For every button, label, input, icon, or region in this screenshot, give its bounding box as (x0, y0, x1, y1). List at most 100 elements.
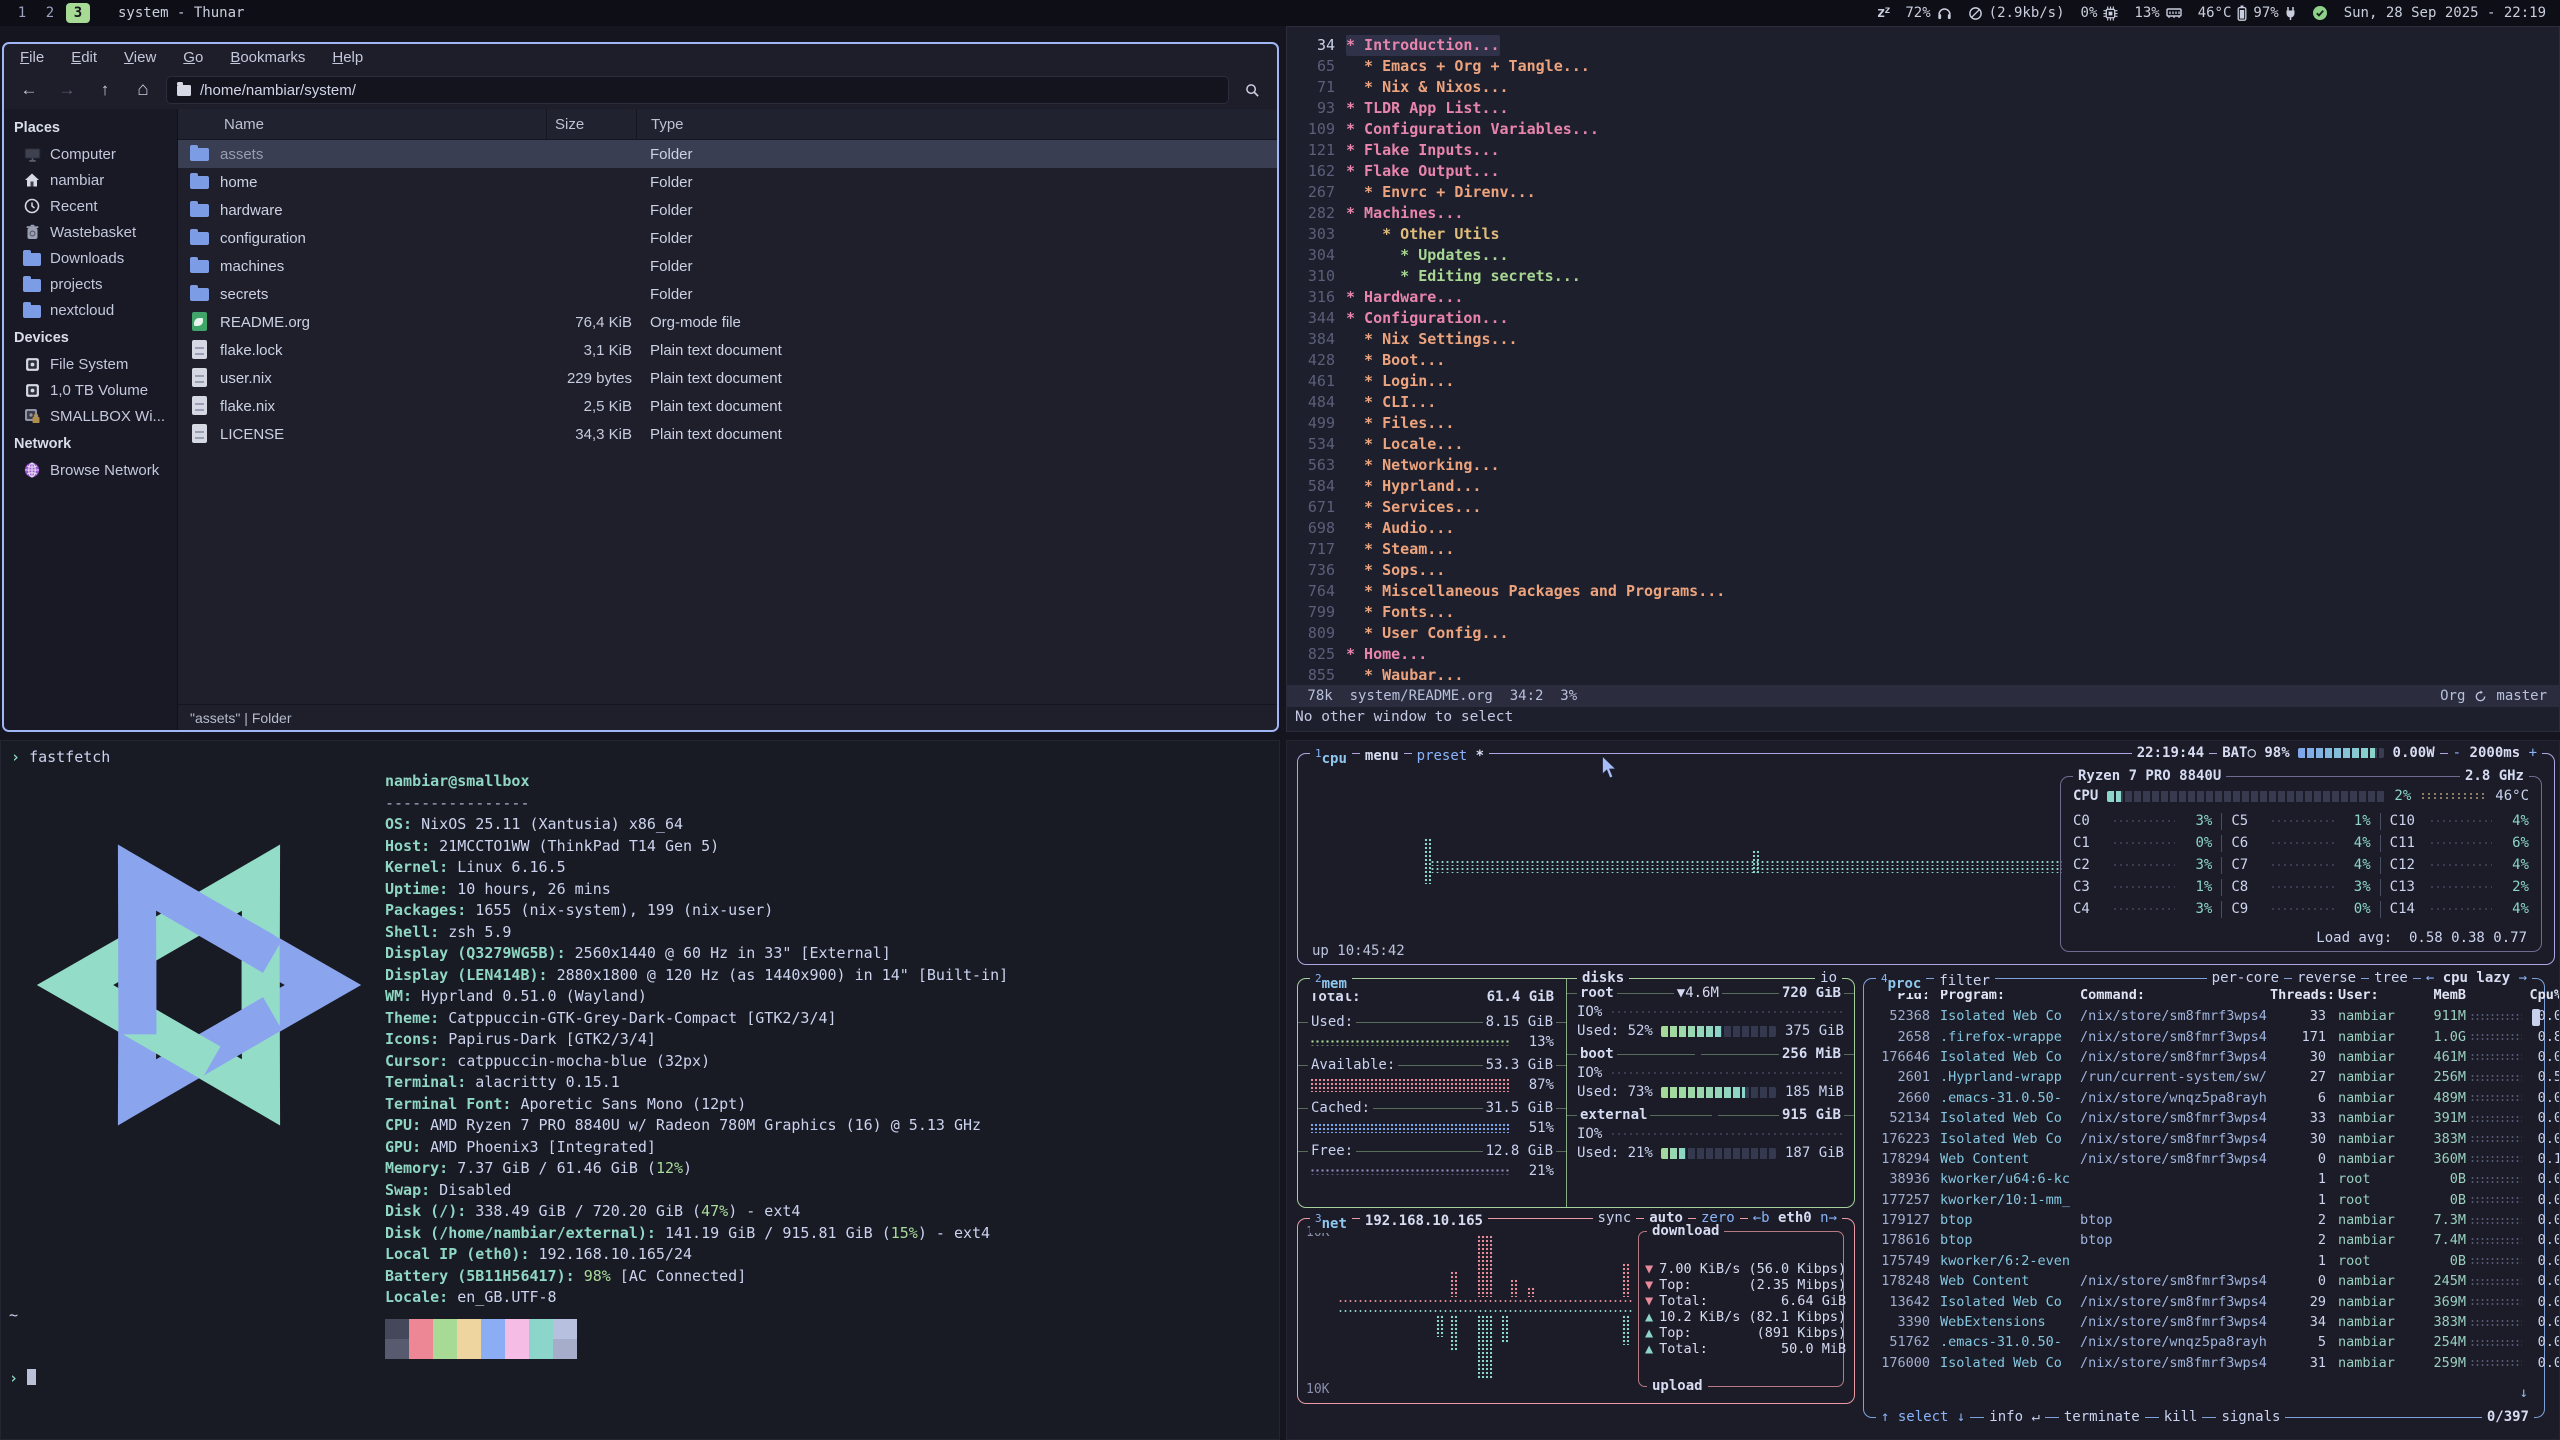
proc-filter-button[interactable]: filter (1934, 973, 1995, 990)
back-button[interactable]: ← (14, 76, 44, 104)
process-row[interactable]: 178248 Web Content /nix/store/sm8fmrf3wp… (1864, 1271, 2544, 1291)
sidebar-item-nextcloud[interactable]: nextcloud (4, 297, 177, 323)
process-row[interactable]: 178294 Web Content /nix/store/sm8fmrf3wp… (1864, 1149, 2544, 1169)
org-heading-line[interactable]: 282 * Machines... (1287, 203, 2559, 224)
file-row[interactable]: home Folder (178, 168, 1277, 196)
net-iface-switcher[interactable]: ←b eth0 n→ (1748, 1210, 1842, 1227)
proc-tab[interactable]: 4proc (1876, 970, 1926, 993)
key-hint-info[interactable]: info ↵ (1984, 1409, 2045, 1426)
org-heading-line[interactable]: 65 * Emacs + Org + Tangle... (1287, 56, 2559, 77)
file-row[interactable]: README.org 76,4 KiB Org-mode file (178, 308, 1277, 336)
process-row[interactable]: 175749 kworker/6:2-even 1 root 0B 0.0 (1864, 1251, 2544, 1271)
org-heading-line[interactable]: 303 * Other Utils (1287, 224, 2559, 245)
org-heading-line[interactable]: 71 * Nix & Nixos... (1287, 77, 2559, 98)
process-row[interactable]: 3390 WebExtensions /nix/store/sm8fmrf3wp… (1864, 1312, 2544, 1332)
org-heading-line[interactable]: 825 * Home... (1287, 644, 2559, 665)
org-heading-line[interactable]: 93 * TLDR App List... (1287, 98, 2559, 119)
per-core-toggle[interactable]: per-core (2207, 970, 2284, 987)
file-row[interactable]: configuration Folder (178, 224, 1277, 252)
org-heading-line[interactable]: 584 * Hyprland... (1287, 476, 2559, 497)
org-heading-line[interactable]: 109 * Configuration Variables... (1287, 119, 2559, 140)
menu-button[interactable]: menu (1360, 748, 1404, 765)
column-header-type[interactable]: Type (636, 109, 1277, 139)
column-command[interactable]: Command: (2080, 987, 2270, 1003)
io-toggle[interactable]: io (1815, 970, 1842, 987)
file-row[interactable]: flake.lock 3,1 KiB Plain text document (178, 336, 1277, 364)
workspace-3-active[interactable]: 3 (66, 3, 90, 23)
workspace-1[interactable]: 1 (10, 3, 34, 23)
column-user[interactable]: User: (2326, 987, 2420, 1003)
file-row[interactable]: LICENSE 34,3 KiB Plain text document (178, 420, 1277, 448)
column-threads[interactable]: Threads: (2270, 987, 2326, 1003)
file-row[interactable]: user.nix 229 bytes Plain text document (178, 364, 1277, 392)
sidebar-item-smallbox[interactable]: SMALLBOX Wi... (4, 403, 177, 429)
sort-mode-switcher[interactable]: ← cpu lazy → (2421, 970, 2532, 987)
org-heading-line[interactable]: 671 * Services... (1287, 497, 2559, 518)
org-heading-line[interactable]: 316 * Hardware... (1287, 287, 2559, 308)
process-row[interactable]: 52368 Isolated Web Co /nix/store/sm8fmrf… (1864, 1006, 2544, 1026)
org-heading-line[interactable]: 563 * Networking... (1287, 455, 2559, 476)
menu-item[interactable]: View (124, 49, 156, 66)
file-row[interactable]: flake.nix 2,5 KiB Plain text document (178, 392, 1277, 420)
org-heading-line[interactable]: 384 * Nix Settings... (1287, 329, 2559, 350)
org-heading-line[interactable]: 698 * Audio... (1287, 518, 2559, 539)
sidebar-item-recent[interactable]: Recent (4, 193, 177, 219)
sidebar-item-downloads[interactable]: Downloads (4, 245, 177, 271)
sidebar-item-volume[interactable]: 1,0 TB Volume (4, 377, 177, 403)
up-button[interactable]: ↑ (90, 76, 120, 104)
workspace-2[interactable]: 2 (38, 3, 62, 23)
org-heading-line[interactable]: 484 * CLI... (1287, 392, 2559, 413)
home-button[interactable]: ⌂ (128, 76, 158, 104)
shell-prompt[interactable]: ~ › (9, 1263, 63, 1431)
file-row[interactable]: hardware Folder (178, 196, 1277, 224)
org-heading-line[interactable]: 344 * Configuration... (1287, 308, 2559, 329)
process-row[interactable]: 2601 .Hyprland-wrapp /run/current-system… (1864, 1067, 2544, 1087)
key-hint-kill[interactable]: kill (2159, 1409, 2203, 1426)
org-heading-line[interactable]: 428 * Boot... (1287, 350, 2559, 371)
org-heading-line[interactable]: 310 * Editing secrets... (1287, 266, 2559, 287)
key-hint-terminate[interactable]: terminate (2059, 1409, 2145, 1426)
process-row[interactable]: 176223 Isolated Web Co /nix/store/sm8fmr… (1864, 1128, 2544, 1148)
column-header-size[interactable]: Size (546, 109, 636, 139)
update-interval[interactable]: - 2000ms + (2448, 745, 2542, 762)
sidebar-item-browse-network[interactable]: Browse Network (4, 457, 177, 483)
net-tab[interactable]: 3net (1310, 1210, 1352, 1233)
process-row[interactable]: 177257 kworker/10:1-mm_ 1 root 0B 0.0 (1864, 1190, 2544, 1210)
process-row[interactable]: 51762 .emacs-31.0.50- /nix/store/wnqz5pa… (1864, 1332, 2544, 1352)
file-row[interactable]: assets Folder (178, 140, 1277, 168)
process-row[interactable]: 176646 Isolated Web Co /nix/store/sm8fmr… (1864, 1047, 2544, 1067)
org-heading-line[interactable]: 162 * Flake Output... (1287, 161, 2559, 182)
key-hint-signals[interactable]: signals (2216, 1409, 2285, 1426)
org-heading-line[interactable]: 304 * Updates... (1287, 245, 2559, 266)
process-row[interactable]: 2660 .emacs-31.0.50- /nix/store/wnqz5pa8… (1864, 1088, 2544, 1108)
sidebar-item-computer[interactable]: Computer (4, 141, 177, 167)
file-row[interactable]: machines Folder (178, 252, 1277, 280)
org-heading-line[interactable]: 809 * User Config... (1287, 623, 2559, 644)
file-row[interactable]: secrets Folder (178, 280, 1277, 308)
org-heading-line[interactable]: 121 * Flake Inputs... (1287, 140, 2559, 161)
org-heading-line[interactable]: 799 * Fonts... (1287, 602, 2559, 623)
process-row[interactable]: 13642 Isolated Web Co /nix/store/sm8fmrf… (1864, 1291, 2544, 1311)
org-heading-line[interactable]: 736 * Sops... (1287, 560, 2559, 581)
preset-button[interactable]: preset * (1412, 748, 1489, 765)
process-row[interactable]: 179127 btop btop 2 nambiar 7.3M 0.0 (1864, 1210, 2544, 1230)
sidebar-item-home[interactable]: nambiar (4, 167, 177, 193)
net-sync-toggle[interactable]: sync (1593, 1210, 1637, 1227)
process-row[interactable]: 38936 kworker/u64:6-kc 1 root 0B 0.0 (1864, 1169, 2544, 1189)
column-cpu[interactable]: Cpu% (2526, 987, 2560, 1003)
org-heading-line[interactable]: 534 * Locale... (1287, 434, 2559, 455)
sidebar-item-projects[interactable]: projects (4, 271, 177, 297)
key-hint-select[interactable]: ↑ select ↓ (1876, 1409, 1970, 1426)
forward-button[interactable]: → (52, 76, 82, 104)
disks-tab[interactable]: disks (1577, 970, 1629, 987)
search-button[interactable] (1237, 76, 1267, 104)
process-row[interactable]: 176000 Isolated Web Co /nix/store/sm8fmr… (1864, 1353, 2544, 1373)
process-row[interactable]: 52134 Isolated Web Co /nix/store/sm8fmrf… (1864, 1108, 2544, 1128)
menu-item[interactable]: Go (183, 49, 203, 66)
cpu-tab[interactable]: 1cpu (1310, 745, 1352, 768)
proc-scrollbar-thumb[interactable] (2532, 1009, 2540, 1026)
menu-item[interactable]: Edit (71, 49, 97, 66)
mem-tab[interactable]: 2mem (1310, 970, 1352, 993)
column-mem[interactable]: MemB (2420, 987, 2466, 1003)
org-heading-line[interactable]: 499 * Files... (1287, 413, 2559, 434)
